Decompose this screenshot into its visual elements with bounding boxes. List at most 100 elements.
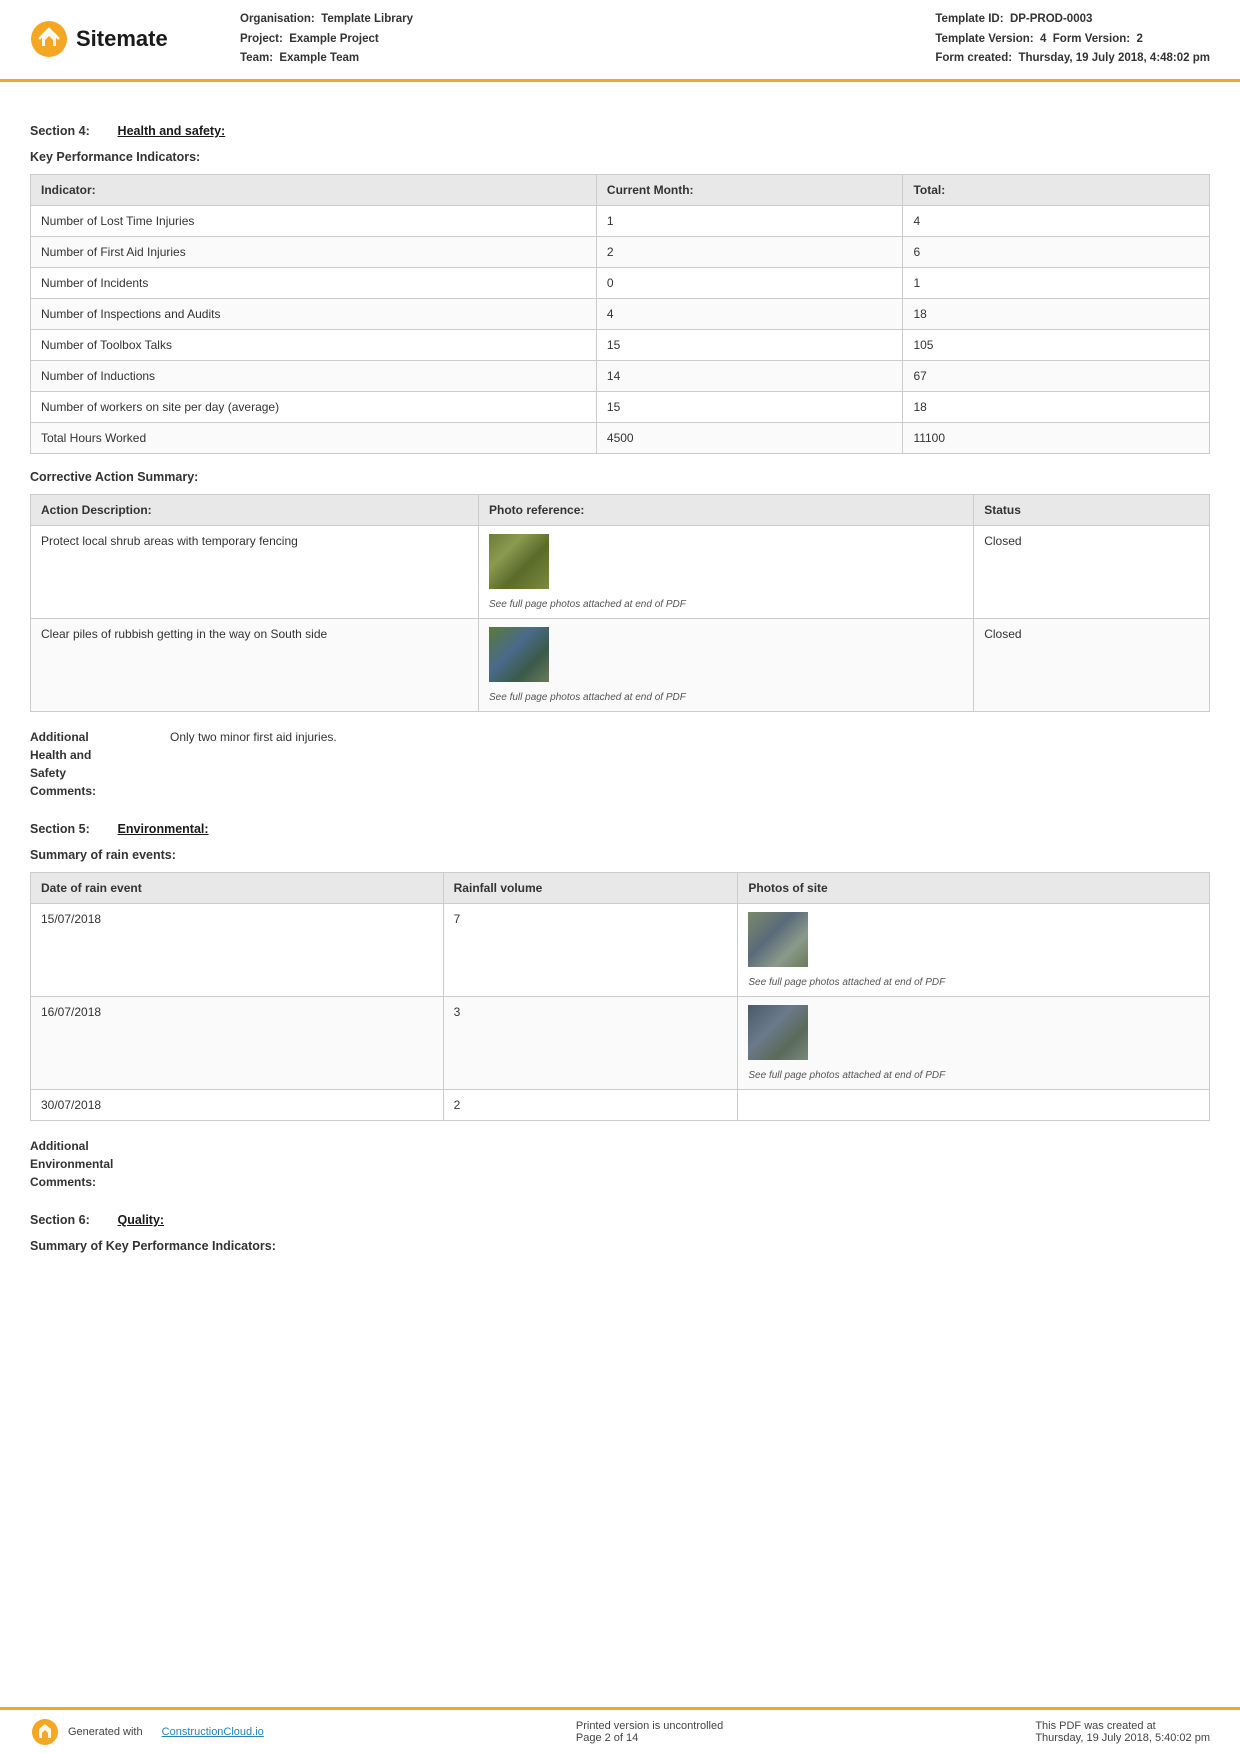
footer-pdf-datetime: Thursday, 19 July 2018, 5:40:02 pm: [1035, 1732, 1210, 1744]
header-meta-left: Organisation: Template Library Project: …: [240, 10, 413, 69]
section4-label: Section 4:: [30, 124, 90, 138]
rain-photos: See full page photos attached at end of …: [738, 996, 1210, 1089]
kpi-current-month: 4: [596, 298, 903, 329]
footer-generated-label: Generated with: [68, 1726, 143, 1738]
kpi-col-indicator: Indicator:: [31, 174, 597, 205]
rain-photo-caption: See full page photos attached at end of …: [748, 977, 945, 988]
corrective-action-heading: Corrective Action Summary:: [30, 470, 1210, 484]
kpi-current-month: 15: [596, 391, 903, 422]
form-created-label: Form created:: [935, 52, 1012, 64]
form-version-label: Form Version:: [1053, 33, 1130, 45]
kpi-row: Number of Inductions 14 67: [31, 360, 1210, 391]
team-value: Example Team: [279, 52, 359, 64]
kpi-current-month: 14: [596, 360, 903, 391]
template-id-value: DP-PROD-0003: [1010, 13, 1092, 25]
rain-date: 16/07/2018: [31, 996, 444, 1089]
footer-center: Printed version is uncontrolled Page 2 o…: [576, 1720, 723, 1744]
kpi-total: 67: [903, 360, 1210, 391]
footer-link[interactable]: ConstructionCloud.io: [162, 1726, 264, 1738]
ca-status: Closed: [974, 618, 1210, 711]
section4-heading: Section 4: Health and safety:: [30, 124, 1210, 138]
section6-label: Section 6:: [30, 1213, 90, 1227]
ca-col-photo: Photo reference:: [479, 494, 974, 525]
ca-photo-img: [489, 627, 549, 682]
rain-photos: [738, 1089, 1210, 1120]
team-line: Team: Example Team: [240, 49, 413, 69]
kpi-current-month: 4500: [596, 422, 903, 453]
project-label: Project:: [240, 33, 283, 45]
kpi-total: 18: [903, 298, 1210, 329]
rain-events-heading: Summary of rain events:: [30, 848, 1210, 862]
section4-title: Health and safety:: [118, 124, 226, 138]
ca-photo-caption: See full page photos attached at end of …: [489, 599, 686, 610]
rain-rainfall: 3: [443, 996, 738, 1089]
additional-hs-comments: Additional Health and Safety Comments: O…: [30, 728, 1210, 800]
rain-photos: See full page photos attached at end of …: [738, 903, 1210, 996]
additional-hs-label-line4: Comments:: [30, 784, 96, 798]
rain-rainfall: 7: [443, 903, 738, 996]
rain-photo-caption: See full page photos attached at end of …: [748, 1070, 945, 1081]
kpi-row: Total Hours Worked 4500 11100: [31, 422, 1210, 453]
template-version-label: Template Version:: [935, 33, 1033, 45]
kpi-indicator: Total Hours Worked: [31, 422, 597, 453]
kpi-total: 11100: [903, 422, 1210, 453]
additional-hs-label-line1: Additional: [30, 730, 89, 744]
footer-pdf-created: This PDF was created at: [1035, 1720, 1210, 1732]
kpi-table: Indicator: Current Month: Total: Number …: [30, 174, 1210, 454]
logo-text: Sitemate: [76, 26, 168, 52]
rain-col-rainfall: Rainfall volume: [443, 872, 738, 903]
kpi-row: Number of First Aid Injuries 2 6: [31, 236, 1210, 267]
additional-env-label: Additional Environmental Comments:: [30, 1137, 150, 1191]
additional-hs-label: Additional Health and Safety Comments:: [30, 728, 150, 800]
additional-env-label-line1: Additional: [30, 1139, 89, 1153]
kpi-total: 18: [903, 391, 1210, 422]
template-version-line: Template Version: 4 Form Version: 2: [935, 30, 1210, 50]
ca-photo: See full page photos attached at end of …: [479, 525, 974, 618]
kpi-indicator: Number of First Aid Injuries: [31, 236, 597, 267]
rain-photo-img: [748, 1005, 808, 1060]
footer-uncontrolled: Printed version is uncontrolled: [576, 1720, 723, 1732]
section6-heading: Section 6: Quality:: [30, 1213, 1210, 1227]
form-version-value: 2: [1137, 33, 1143, 45]
rain-table: Date of rain event Rainfall volume Photo…: [30, 872, 1210, 1121]
org-label: Organisation:: [240, 13, 315, 25]
ca-status: Closed: [974, 525, 1210, 618]
kpi-row: Number of Inspections and Audits 4 18: [31, 298, 1210, 329]
form-created-line: Form created: Thursday, 19 July 2018, 4:…: [935, 49, 1210, 69]
template-id-label: Template ID:: [935, 13, 1003, 25]
sitemate-logo-icon: [30, 20, 68, 58]
project-value: Example Project: [289, 33, 378, 45]
ca-row: Clear piles of rubbish getting in the wa…: [31, 618, 1210, 711]
kpi-row: Number of Incidents 0 1: [31, 267, 1210, 298]
kpi-col-total: Total:: [903, 174, 1210, 205]
ca-col-status: Status: [974, 494, 1210, 525]
section6-title: Quality:: [118, 1213, 165, 1227]
additional-hs-value: Only two minor first aid injuries.: [170, 728, 337, 800]
section5-title: Environmental:: [118, 822, 209, 836]
footer-logo-icon: [30, 1718, 60, 1746]
ca-photo: See full page photos attached at end of …: [479, 618, 974, 711]
template-id-line: Template ID: DP-PROD-0003: [935, 10, 1210, 30]
ca-action: Clear piles of rubbish getting in the wa…: [31, 618, 479, 711]
ca-action: Protect local shrub areas with temporary…: [31, 525, 479, 618]
rain-row: 16/07/2018 3 See full page photos attach…: [31, 996, 1210, 1089]
kpi-indicator: Number of Toolbox Talks: [31, 329, 597, 360]
kpi-current-month: 0: [596, 267, 903, 298]
kpi-row: Number of Toolbox Talks 15 105: [31, 329, 1210, 360]
kpi-indicator: Number of Lost Time Injuries: [31, 205, 597, 236]
kpi-current-month: 15: [596, 329, 903, 360]
ca-row: Protect local shrub areas with temporary…: [31, 525, 1210, 618]
additional-hs-label-line3: Safety: [30, 766, 66, 780]
page-footer: Generated with ConstructionCloud.io Prin…: [0, 1707, 1240, 1754]
rain-row: 30/07/2018 2: [31, 1089, 1210, 1120]
section5-heading: Section 5: Environmental:: [30, 822, 1210, 836]
template-version-value: 4: [1040, 33, 1046, 45]
kpi-total: 4: [903, 205, 1210, 236]
rain-col-photos: Photos of site: [738, 872, 1210, 903]
footer-page: Page 2 of 14: [576, 1732, 723, 1744]
additional-env-comments: Additional Environmental Comments:: [30, 1137, 1210, 1191]
kpi-total: 1: [903, 267, 1210, 298]
kpi-row: Number of Lost Time Injuries 1 4: [31, 205, 1210, 236]
logo-area: Sitemate: [30, 10, 190, 69]
team-label: Team:: [240, 52, 273, 64]
